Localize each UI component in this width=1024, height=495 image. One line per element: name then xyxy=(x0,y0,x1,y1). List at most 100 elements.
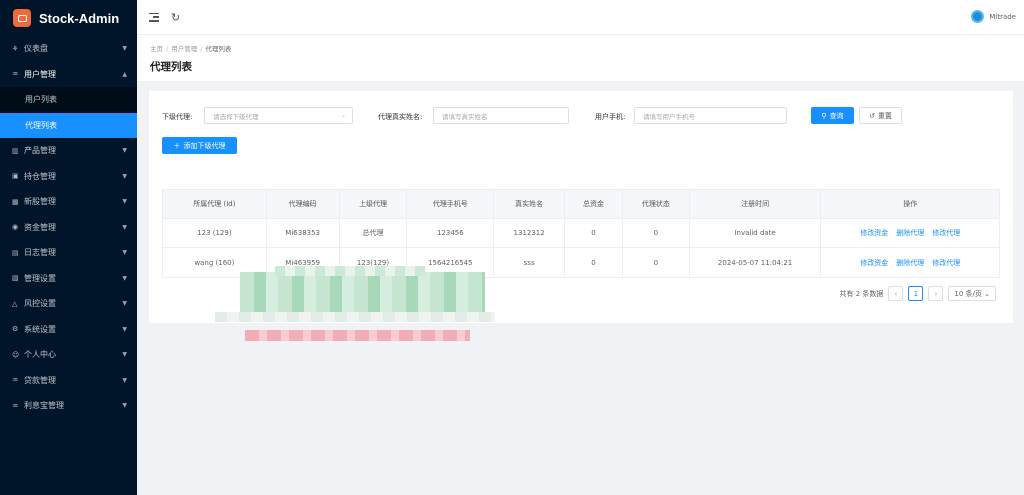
sidebar-item-warning[interactable]: △ 风控设置 ▼ xyxy=(0,291,137,317)
page-title: 代理列表 xyxy=(150,61,192,73)
avatar xyxy=(971,10,985,23)
sidebar-item-label: 用户管理 xyxy=(24,69,56,79)
top-header: ↻ Mitrade xyxy=(137,0,1024,34)
sidebar-item-ipo[interactable]: ▦ 新股管理 ▼ xyxy=(0,189,137,215)
table-cell: 123 (129) xyxy=(163,219,267,247)
real-name-placeholder: 请填写真实姓名 xyxy=(442,112,488,121)
person-icon: ☺ xyxy=(12,350,20,359)
warning-icon: △ xyxy=(12,299,18,308)
column-header: 上级代理 xyxy=(340,190,408,218)
phone-placeholder: 请填写用户手机号 xyxy=(643,112,695,121)
chevron-down-icon: ▼ xyxy=(122,249,127,257)
chevron-down-icon: ▼ xyxy=(122,300,127,308)
delete-agent-link[interactable]: 删除代理 xyxy=(896,228,924,238)
menu-fold-icon[interactable] xyxy=(149,12,159,22)
edit-agent-link[interactable]: 修改代理 xyxy=(932,258,960,268)
search-button[interactable]: ⚲ 查询 xyxy=(811,107,854,124)
page-header: 主页 / 用户管理 / 代理列表 代理列表 xyxy=(137,34,1024,81)
sub-agent-select[interactable]: 请选择下级代理 ⌄ xyxy=(204,107,353,124)
user-menu[interactable]: Mitrade xyxy=(971,10,1016,23)
edit-agent-link[interactable]: 修改代理 xyxy=(932,228,960,238)
chevron-down-icon: ▼ xyxy=(122,376,127,384)
table-cell: 123456 xyxy=(407,219,495,247)
sidebar-item-dashboard[interactable]: ⚘ 仪表盘 ▼ xyxy=(0,36,137,62)
sidebar-item-settings-grid[interactable]: ▧ 管理设置 ▼ xyxy=(0,266,137,292)
search-icon: ⚲ xyxy=(821,111,827,120)
chevron-down-icon: ▼ xyxy=(122,147,127,155)
add-sub-agent-button[interactable]: ＋添加下级代理 xyxy=(162,137,237,154)
chart-bar-icon: ▥ xyxy=(12,146,19,155)
sub-agent-placeholder: 请选择下级代理 xyxy=(213,112,259,121)
column-header: 注册时间 xyxy=(690,190,822,218)
sidebar-item-person[interactable]: ☺ 个人中心 ▼ xyxy=(0,342,137,368)
breadcrumb-home[interactable]: 主页 xyxy=(150,45,163,53)
sidebar-item-label: 管理设置 xyxy=(24,273,56,283)
chevron-down-icon: ▼ xyxy=(122,274,127,282)
column-header: 真实姓名 xyxy=(494,190,566,218)
chevron-down-icon: ▼ xyxy=(122,351,127,359)
table-header-row: 所属代理 (Id) 代理编码 上级代理 代理手机号 真实姓名 总资金 代理状态 注册时间 操作 xyxy=(163,190,999,219)
sub-agent-label: 下级代理: xyxy=(162,113,193,121)
sidebar-subitem[interactable]: 用户列表 xyxy=(0,87,137,113)
gear-icon: ⚙ xyxy=(12,325,19,334)
edit-funds-link[interactable]: 修改资金 xyxy=(860,228,888,238)
sidebar-item-loan[interactable]: ♒ 贷款管理 ▼ xyxy=(0,368,137,394)
table-row: 123 (129) Mi638353 总代理 123456 1312312 0 0 Inval… xyxy=(163,219,999,248)
delete-agent-link[interactable]: 删除代理 xyxy=(896,258,924,268)
table-cell: 总代理 xyxy=(340,219,408,247)
total-count: 共有 2 条数据 xyxy=(839,289,884,298)
chevron-down-icon: ▼ xyxy=(122,402,127,410)
redaction-overlay xyxy=(215,262,505,347)
breadcrumb-section[interactable]: 用户管理 xyxy=(171,45,197,53)
phone-input[interactable]: 请填写用户手机号 xyxy=(634,107,787,124)
table-cell: 0 xyxy=(565,219,623,247)
sidebar-item-gear[interactable]: ⚙ 系统设置 ▼ xyxy=(0,317,137,343)
breadcrumb-current: 代理列表 xyxy=(205,45,232,53)
chevron-up-icon: ▲ xyxy=(122,70,127,78)
page-number[interactable]: 1 xyxy=(908,286,924,301)
sidebar: Stock-Admin ⚘ 仪表盘 ▼ ♒ 用户管理 ▲ 用户列表 代理列表 ▥ 产品管… xyxy=(0,0,137,495)
sidebar-item-label: 资金管理 xyxy=(24,222,56,232)
user-name: Mitrade xyxy=(989,12,1016,21)
sidebar-item-label: 风控设置 xyxy=(24,299,56,309)
edit-funds-link[interactable]: 修改资金 xyxy=(860,258,888,268)
page-size-select[interactable]: 10 条/页 ⌄ xyxy=(948,286,996,301)
chevron-down-icon: ▼ xyxy=(122,45,127,53)
sidebar-item-label: 持仓管理 xyxy=(24,171,56,181)
sidebar-item-log[interactable]: ▤ 日志管理 ▼ xyxy=(0,240,137,266)
sidebar-item-chart-bar[interactable]: ▥ 产品管理 ▼ xyxy=(0,138,137,164)
sidebar-item-money[interactable]: ◉ 资金管理 ▼ xyxy=(0,215,137,241)
sidebar-item-label: 贷款管理 xyxy=(24,375,56,385)
table-cell: 0 xyxy=(623,219,690,247)
sidebar-subitem[interactable]: 代理列表 xyxy=(0,112,137,138)
column-header: 代理编码 xyxy=(267,190,340,218)
table-cell: 2024-05-07 11:04:21 xyxy=(690,248,822,277)
page-size-label: 10 条/页 xyxy=(954,289,982,298)
reset-button-label: 重置 xyxy=(877,111,892,120)
real-name-label: 代理真实姓名: xyxy=(378,113,423,121)
settings-grid-icon: ▧ xyxy=(12,274,19,283)
add-sub-agent-label: 添加下级代理 xyxy=(183,141,226,150)
reset-button[interactable]: ↺ 重置 xyxy=(859,107,902,124)
reset-icon: ↺ xyxy=(869,111,875,120)
app-logo[interactable]: Stock-Admin xyxy=(0,0,137,36)
ipo-icon: ▦ xyxy=(12,197,19,206)
app-title: Stock-Admin xyxy=(39,10,120,26)
sidebar-item-user-management[interactable]: ♒ 用户管理 ▲ xyxy=(0,62,137,88)
sidebar-item-label: 产品管理 xyxy=(24,146,56,156)
actions-cell: 修改资金 删除代理 修改代理 xyxy=(821,248,999,277)
holdings-icon: ▣ xyxy=(12,172,19,181)
chevron-down-icon: ▼ xyxy=(122,325,127,333)
real-name-input[interactable]: 请填写真实姓名 xyxy=(433,107,569,124)
column-header: 代理手机号 xyxy=(407,190,495,218)
column-header: 代理状态 xyxy=(623,190,690,218)
treasure-icon: ♒ xyxy=(12,401,19,410)
plus-icon: ＋ xyxy=(173,141,181,150)
sidebar-item-holdings[interactable]: ▣ 持仓管理 ▼ xyxy=(0,164,137,190)
prev-page-button[interactable]: ‹ xyxy=(888,286,904,301)
sidebar-item-label: 新股管理 xyxy=(24,197,56,207)
sidebar-item-treasure[interactable]: ♒ 利息宝管理 ▼ xyxy=(0,393,137,419)
refresh-icon[interactable]: ↻ xyxy=(171,11,180,24)
loan-icon: ♒ xyxy=(12,376,19,385)
next-page-button[interactable]: › xyxy=(928,286,944,301)
